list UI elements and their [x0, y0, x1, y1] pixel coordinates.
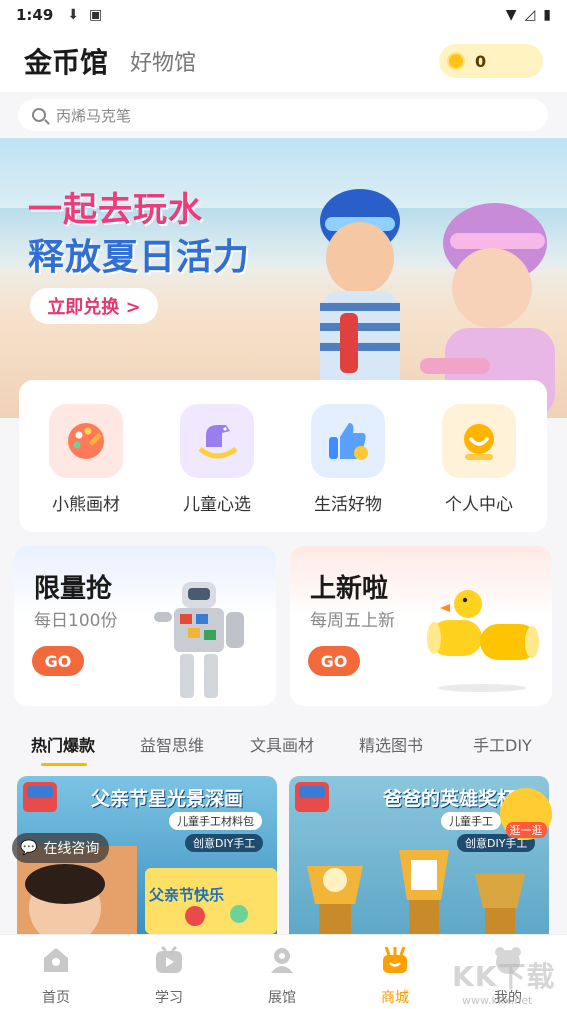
- gallery-icon: [271, 948, 293, 973]
- banner-headline: 一起去玩水: [28, 190, 203, 230]
- header: 金币馆 好物馆 0: [0, 30, 567, 92]
- promo-title: 上新啦: [310, 574, 389, 604]
- new-arrivals-card[interactable]: 上新啦 每周五上新 GO: [290, 546, 552, 706]
- go-button[interactable]: GO: [308, 646, 360, 676]
- status-time: 1:49: [16, 6, 54, 24]
- product-tag: 儿童手工材料包: [169, 812, 262, 830]
- nav-label: 学习: [155, 990, 183, 1006]
- promo-title: 限量抢: [34, 574, 113, 604]
- wifi-icon: ▼: [505, 7, 517, 23]
- nav-label: 商城: [381, 990, 409, 1006]
- category-label: 个人中心: [445, 495, 513, 515]
- tab-coin-hall[interactable]: 金币馆: [24, 41, 108, 81]
- signal-icon: ◿: [524, 7, 536, 23]
- product-inner-text: 父亲节快乐: [149, 886, 225, 904]
- product-image: [307, 850, 525, 934]
- browse-float-button[interactable]: 逛一逛: [500, 788, 552, 840]
- watermark: KK下载: [452, 960, 556, 993]
- palette-icon: [49, 404, 123, 478]
- category-label: 儿童心选: [183, 495, 251, 515]
- chat-label: 在线咨询: [43, 841, 100, 857]
- browse-label: 逛一逛: [505, 822, 547, 838]
- product-title: 父亲节星光景深画: [91, 788, 244, 810]
- nav-home[interactable]: 首页: [16, 943, 96, 1007]
- nav-label: 展馆: [268, 990, 296, 1006]
- smile-face-icon: [442, 404, 516, 478]
- nav-shop[interactable]: 商城: [355, 943, 435, 1007]
- product-title: 爸爸的英雄奖杯: [383, 788, 517, 810]
- rocking-horse-icon: [180, 404, 254, 478]
- nav-gallery[interactable]: 展馆: [242, 943, 322, 1007]
- product-tabs: 热门爆款 益智思维 文具画材 精选图书 手工DIY: [0, 722, 567, 770]
- search-icon: [32, 108, 46, 122]
- status-bar: 1:49 ⬇ ▣ ▼ ◿ ▮: [0, 0, 567, 30]
- promo-banner[interactable]: 一起去玩水 释放夏日活力 立即兑换 >: [0, 138, 567, 418]
- download-icon: ⬇: [67, 7, 80, 23]
- shop-icon: [383, 946, 407, 973]
- online-consult-button[interactable]: 💬 在线咨询: [12, 833, 110, 863]
- go-button[interactable]: GO: [32, 646, 84, 676]
- duck-binoculars-image: [427, 590, 539, 692]
- tab-books[interactable]: 精选图书: [359, 732, 423, 756]
- category-personal-center[interactable]: 个人中心: [429, 404, 529, 515]
- coin-icon: [447, 52, 465, 70]
- coin-count: 0: [475, 51, 487, 71]
- play-icon: [156, 945, 182, 973]
- tab-goods-hall[interactable]: 好物馆: [130, 45, 196, 77]
- category-label: 小熊画材: [52, 495, 120, 515]
- diy-logo-icon: [295, 782, 329, 812]
- search-area: 丙烯马克笔: [0, 92, 567, 138]
- chat-icon: 💬: [20, 840, 38, 856]
- category-art-supplies[interactable]: 小熊画材: [36, 404, 136, 515]
- watermark-url: www.kkx.net: [462, 994, 533, 1007]
- nav-label: 首页: [42, 990, 70, 1006]
- status-right: ▼ ◿ ▮: [506, 7, 551, 23]
- product-tag: 儿童手工: [441, 812, 501, 830]
- tab-stationery[interactable]: 文具画材: [250, 732, 314, 756]
- banner-subheadline: 释放夏日活力: [28, 237, 251, 278]
- limited-deal-card[interactable]: 限量抢 每日100份 GO: [14, 546, 276, 706]
- category-label: 生活好物: [314, 495, 382, 515]
- nav-study[interactable]: 学习: [129, 943, 209, 1007]
- category-lifestyle[interactable]: 生活好物: [298, 404, 398, 515]
- diy-logo-icon: [23, 782, 57, 812]
- robot-toy-image: [154, 582, 244, 698]
- category-kids-picks[interactable]: 儿童心选: [167, 404, 267, 515]
- category-card: 小熊画材 儿童心选 生活好物 个人中心: [19, 380, 547, 532]
- tab-diy[interactable]: 手工DIY: [473, 732, 532, 756]
- tab-hot[interactable]: 热门爆款: [31, 732, 95, 766]
- thumbs-up-icon: [311, 404, 385, 478]
- redeem-button[interactable]: 立即兑换 >: [30, 288, 158, 324]
- battery-icon: ▮: [543, 7, 551, 23]
- home-icon: [44, 948, 68, 972]
- tab-puzzle[interactable]: 益智思维: [140, 732, 204, 756]
- app-screen: 1:49 ⬇ ▣ ▼ ◿ ▮ 金币馆 好物馆 0 丙烯马克笔 一起去玩水 释放夏…: [0, 0, 567, 1009]
- promo-subtitle: 每日100份: [34, 611, 118, 631]
- search-placeholder: 丙烯马克笔: [56, 106, 132, 125]
- promo-subtitle: 每周五上新: [310, 611, 395, 631]
- coin-balance[interactable]: 0: [439, 44, 543, 78]
- search-input[interactable]: 丙烯马克笔: [18, 99, 548, 131]
- notification-icon: ▣: [89, 7, 103, 23]
